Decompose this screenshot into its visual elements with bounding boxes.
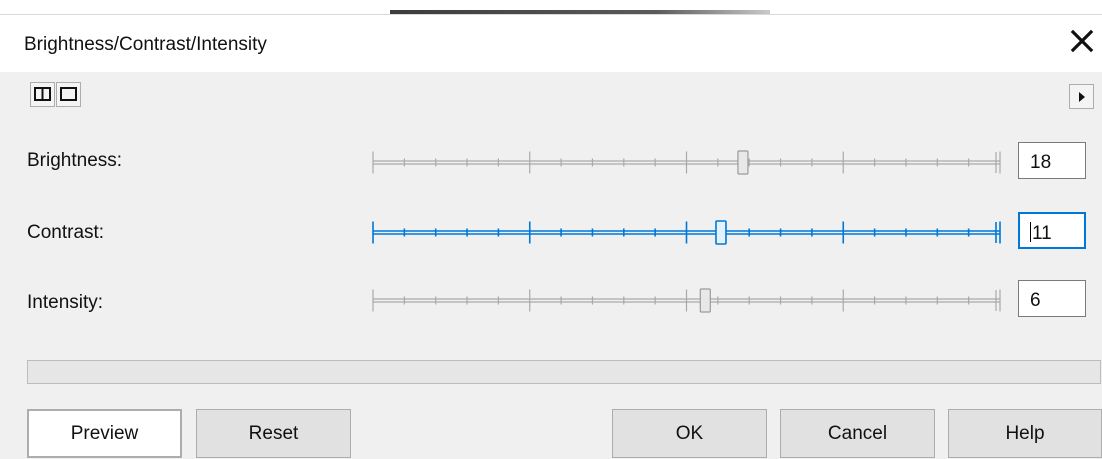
slider-thumb[interactable]	[699, 288, 711, 313]
contrast-value: 11	[1032, 223, 1052, 244]
contrast-label: Contrast:	[27, 222, 105, 243]
preview-button[interactable]: Preview	[27, 409, 182, 458]
background-strip	[0, 0, 1102, 15]
slider-track	[372, 220, 1001, 245]
progress-bar	[27, 360, 1101, 384]
text-caret	[1030, 222, 1031, 242]
close-icon	[1070, 29, 1094, 53]
brightness-slider[interactable]	[370, 146, 1004, 176]
intensity-label: Intensity:	[27, 292, 104, 313]
brightness-value: 18	[1030, 152, 1052, 173]
expand-arrow-icon	[1079, 92, 1085, 102]
intensity-value-field[interactable]: 6	[1018, 280, 1086, 317]
reset-button[interactable]: Reset	[196, 409, 351, 458]
brightness-label: Brightness:	[27, 150, 123, 171]
brightness-value-field[interactable]: 18	[1018, 142, 1086, 179]
ok-button[interactable]: OK	[612, 409, 767, 458]
slider-thumb[interactable]	[737, 150, 749, 175]
single-view-button[interactable]	[56, 82, 81, 107]
cancel-button[interactable]: Cancel	[780, 409, 935, 458]
intensity-value: 6	[1030, 290, 1041, 311]
intensity-slider[interactable]	[370, 284, 1004, 314]
split-view-button[interactable]	[30, 82, 55, 107]
close-button[interactable]	[1069, 28, 1095, 54]
single-view-icon	[60, 87, 77, 101]
expand-button[interactable]	[1069, 84, 1094, 109]
slider-track	[372, 150, 1001, 175]
contrast-value-field[interactable]: 11	[1018, 212, 1086, 249]
split-view-icon	[34, 87, 51, 101]
dialog-title: Brightness/Contrast/Intensity	[24, 34, 267, 55]
slider-track	[372, 288, 1001, 313]
slider-thumb[interactable]	[715, 220, 727, 245]
contrast-slider[interactable]	[370, 216, 1004, 246]
help-button[interactable]: Help	[948, 409, 1102, 458]
